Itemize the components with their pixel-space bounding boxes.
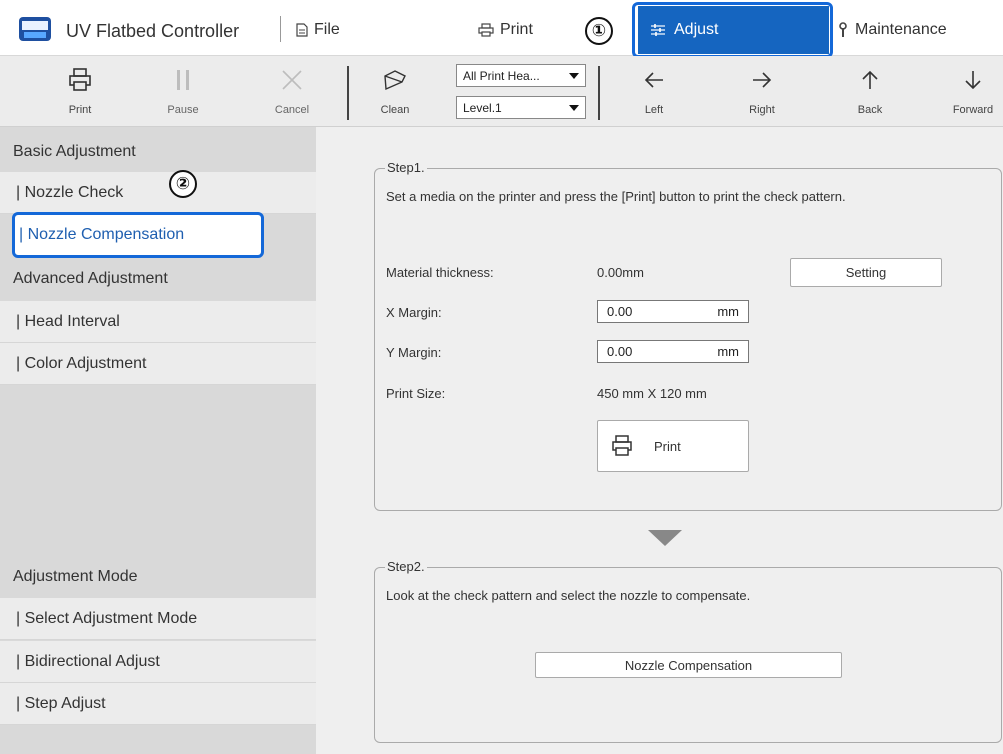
x-margin-label: X Margin:: [386, 305, 442, 320]
menu-file-label: File: [314, 21, 340, 38]
sidebar-item-step-adjust[interactable]: | Step Adjust: [0, 683, 316, 725]
printer-icon: [478, 23, 494, 37]
clean-brush-icon: [384, 70, 406, 91]
menu-maintenance[interactable]: Maintenance: [837, 21, 947, 39]
clean-tool-button[interactable]: Clean: [366, 64, 424, 120]
arrow-right-icon: [753, 72, 772, 88]
forward-tool-button[interactable]: Forward: [944, 64, 1002, 120]
file-icon: [296, 23, 308, 37]
sidebar-item-head-interval[interactable]: | Head Interval: [0, 301, 316, 343]
close-icon: [282, 70, 302, 90]
material-thickness-label: Material thickness:: [386, 265, 494, 280]
sidebar: Basic Adjustment | Nozzle Check | Nozzle…: [0, 127, 316, 754]
step-arrow-down-icon: [648, 530, 682, 546]
y-margin-value: 0.00: [607, 344, 633, 359]
level-select[interactable]: Level.1: [456, 96, 586, 119]
back-tool-label: Back: [857, 104, 883, 116]
arrow-down-icon: [965, 71, 981, 90]
sidebar-item-color-adjustment[interactable]: | Color Adjustment: [0, 343, 316, 385]
print-tool-button[interactable]: Print: [51, 64, 109, 120]
wrench-icon: [839, 22, 847, 37]
arrow-left-icon: [644, 72, 663, 88]
step1-panel: Step1. Set a media on the printer and pr…: [374, 160, 1002, 511]
cancel-tool-label: Cancel: [274, 104, 310, 116]
menu-print[interactable]: Print: [478, 21, 533, 39]
chevron-down-icon: [569, 104, 579, 111]
pause-icon: [177, 70, 189, 90]
pause-tool-button[interactable]: Pause: [154, 64, 212, 120]
chevron-down-icon: [569, 72, 579, 79]
right-tool-label: Right: [749, 104, 775, 116]
print-check-pattern-button[interactable]: Print: [597, 420, 749, 472]
sidebar-item-select-adjustment-mode[interactable]: | Select Adjustment Mode: [0, 598, 316, 640]
sidebar-item-nozzle-compensation[interactable]: | Nozzle Compensation: [12, 212, 264, 258]
sidebar-header-adjustment-mode: Adjustment Mode: [13, 568, 138, 585]
pause-tool-label: Pause: [167, 104, 199, 116]
printer-icon: [612, 435, 632, 456]
printer-icon: [69, 68, 91, 91]
step2-legend: Step2.: [385, 559, 427, 574]
callout-number-1: ①: [585, 17, 613, 45]
y-margin-label: Y Margin:: [386, 345, 442, 360]
step1-description: Set a media on the printer and press the…: [386, 189, 846, 204]
nozzle-compensation-button[interactable]: Nozzle Compensation: [535, 652, 842, 678]
level-select-value: Level.1: [463, 100, 502, 115]
menu-maintenance-label: Maintenance: [855, 21, 947, 38]
y-margin-unit: mm: [717, 344, 739, 359]
menu-print-label: Print: [500, 21, 533, 38]
forward-tool-label: Forward: [952, 104, 994, 116]
print-head-select-value: All Print Hea...: [463, 68, 540, 83]
callout-highlight-adjust: [632, 2, 833, 58]
toolbar-separator: [598, 66, 600, 120]
print-tool-label: Print: [68, 104, 92, 116]
sidebar-item-bidirectional-adjust[interactable]: | Bidirectional Adjust: [0, 641, 316, 683]
title-bar: UV Flatbed Controller File Print ① Adjus…: [0, 0, 1003, 58]
cancel-tool-button[interactable]: Cancel: [263, 64, 321, 120]
print-head-select[interactable]: All Print Hea...: [456, 64, 586, 87]
x-margin-unit: mm: [717, 304, 739, 319]
right-tool-button[interactable]: Right: [733, 64, 791, 120]
back-tool-button[interactable]: Back: [841, 64, 899, 120]
menu-file[interactable]: File: [296, 21, 340, 39]
toolbar: Print Pause Cancel Clean All Print Hea..…: [0, 56, 1003, 127]
app-title: UV Flatbed Controller: [66, 21, 240, 41]
clean-tool-label: Clean: [380, 104, 410, 116]
callout-number-2: ②: [169, 170, 197, 198]
setting-button[interactable]: Setting: [790, 258, 942, 287]
left-tool-button[interactable]: Left: [625, 64, 683, 120]
arrow-up-icon: [862, 70, 878, 89]
left-tool-label: Left: [644, 104, 664, 116]
print-size-value: 450 mm X 120 mm: [597, 386, 707, 401]
sidebar-header-basic: Basic Adjustment: [13, 143, 136, 160]
sidebar-header-advanced: Advanced Adjustment: [13, 270, 168, 287]
x-margin-value: 0.00: [607, 304, 633, 319]
step1-legend: Step1.: [385, 160, 427, 175]
printer-app-logo-icon: [19, 17, 51, 41]
title-separator: [280, 16, 281, 42]
print-size-label: Print Size:: [386, 386, 446, 401]
print-check-pattern-label: Print: [654, 438, 681, 454]
step2-panel: Step2. Look at the check pattern and sel…: [374, 559, 1002, 743]
material-thickness-value: 0.00mm: [597, 265, 644, 280]
toolbar-separator: [347, 66, 349, 120]
x-margin-field[interactable]: 0.00 mm: [597, 300, 749, 323]
sidebar-item-nozzle-check[interactable]: | Nozzle Check: [0, 172, 316, 214]
step2-description: Look at the check pattern and select the…: [386, 588, 751, 603]
y-margin-field[interactable]: 0.00 mm: [597, 340, 749, 363]
